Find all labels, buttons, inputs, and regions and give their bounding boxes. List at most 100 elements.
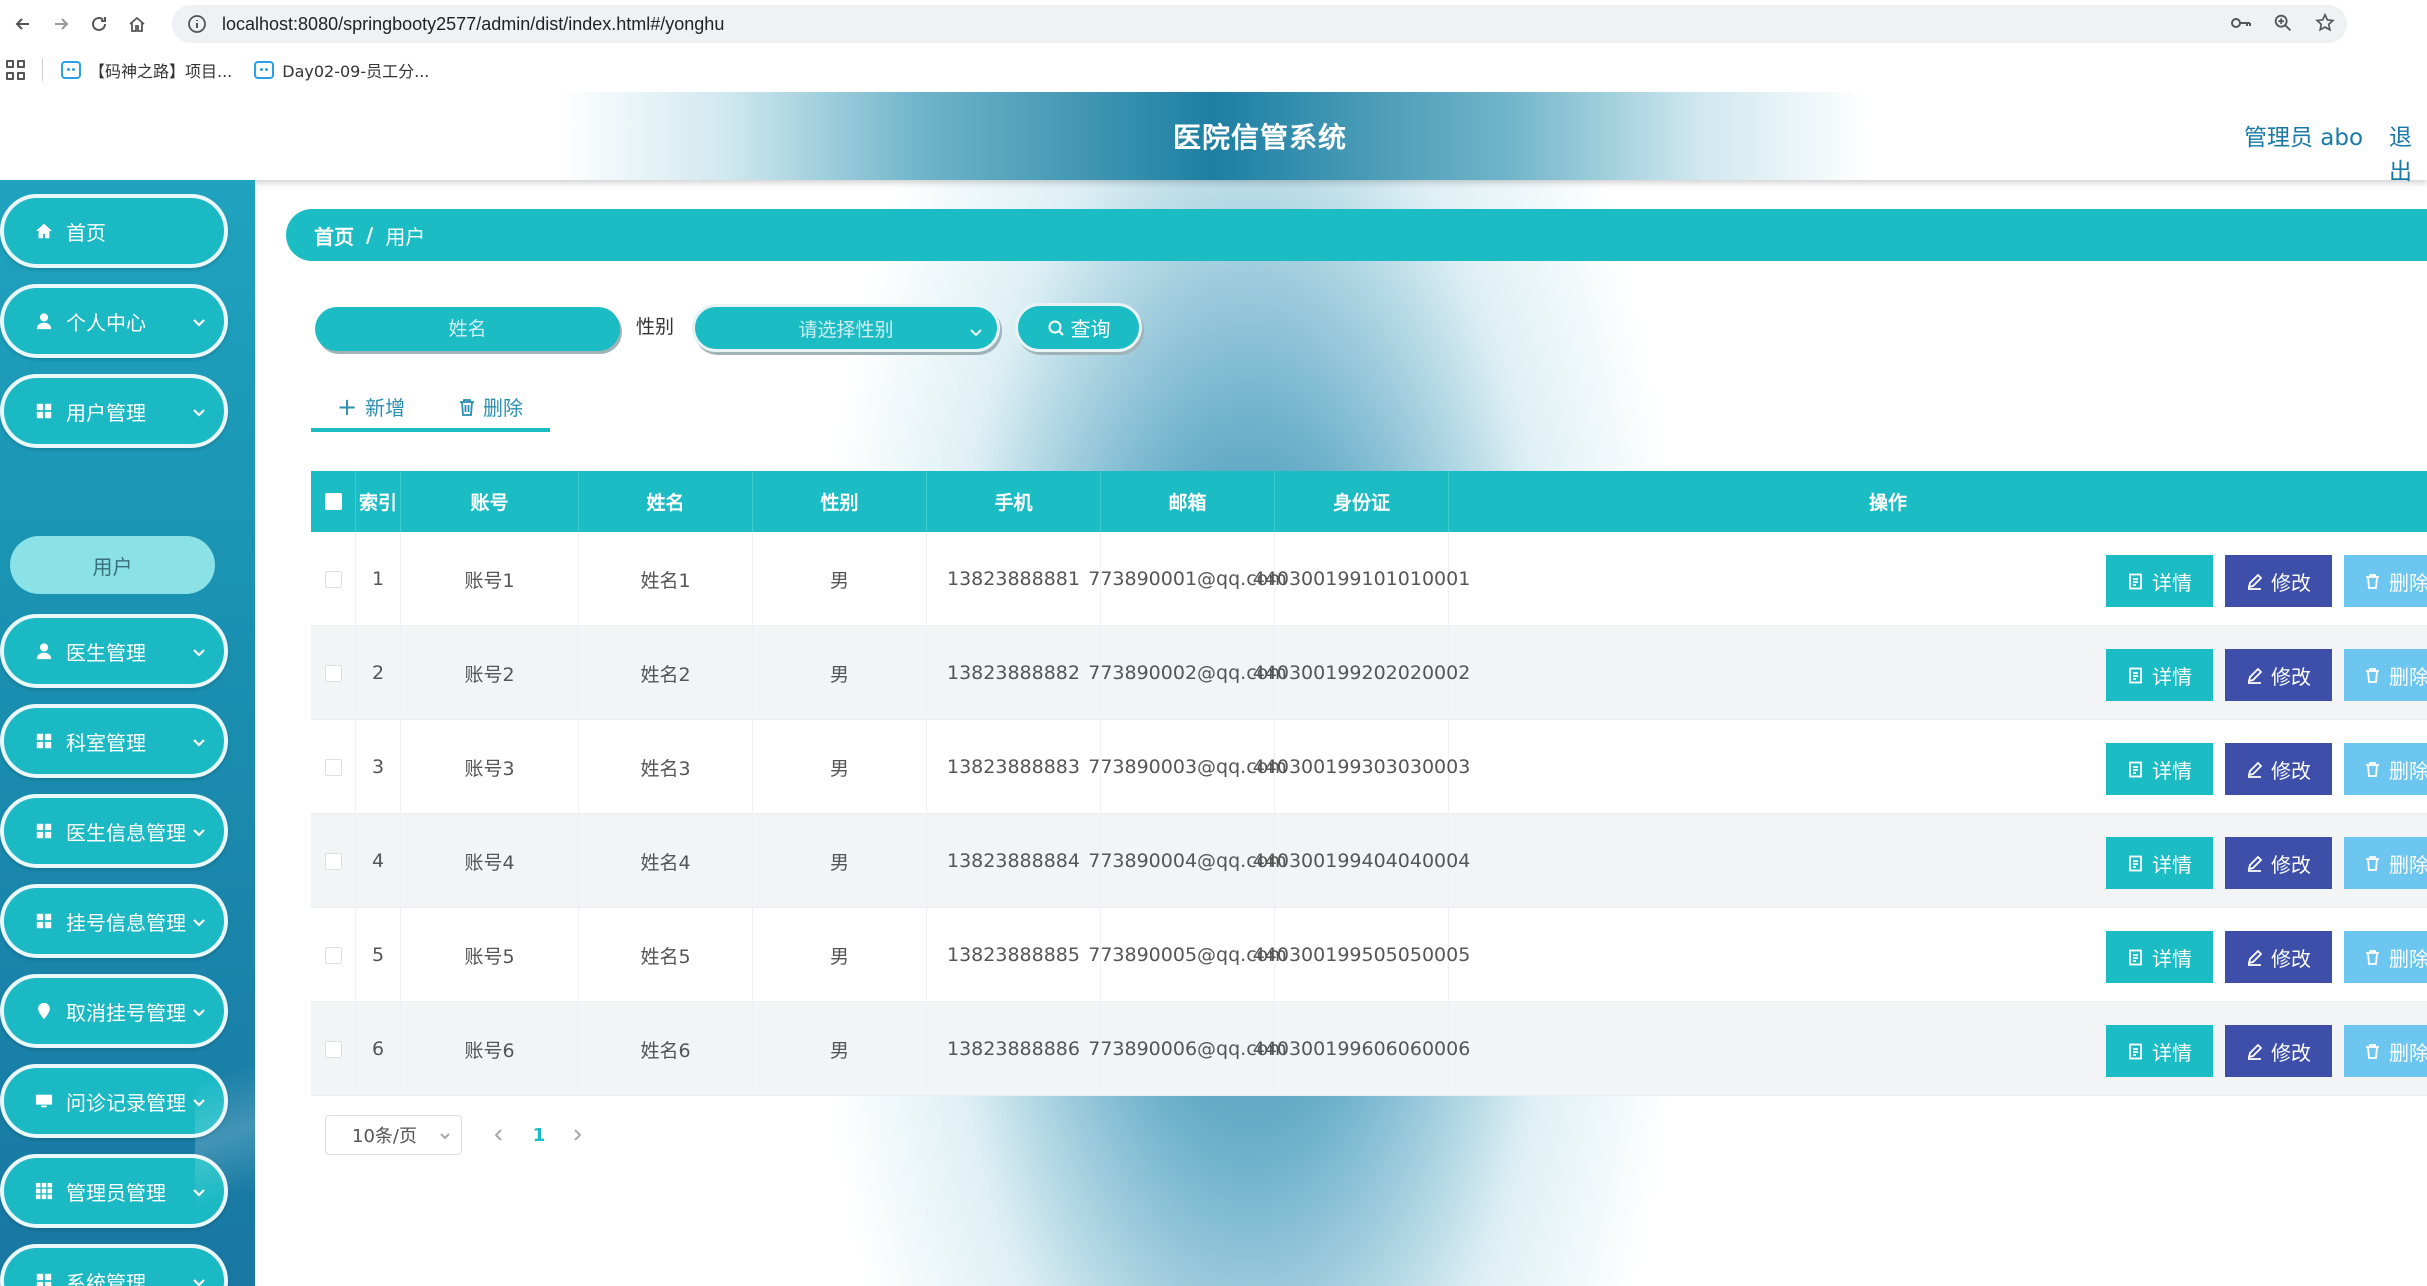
delete-button[interactable]: 删除 <box>2344 931 2427 983</box>
cell-email: 773890004@qq.com <box>1088 814 1287 908</box>
batch-delete-button[interactable]: 删除 <box>459 392 523 421</box>
row-checkbox[interactable] <box>324 758 342 776</box>
row-checkbox[interactable] <box>324 1040 342 1058</box>
reload-icon[interactable] <box>84 9 114 39</box>
delete-button[interactable]: 删除 <box>2344 649 2427 701</box>
edit-icon <box>2247 1043 2263 1060</box>
page-size-select[interactable]: 10条/页 <box>325 1115 462 1155</box>
detail-button[interactable]: 详情 <box>2106 743 2213 795</box>
header-select-all[interactable] <box>311 471 356 532</box>
detail-button[interactable]: 详情 <box>2106 931 2213 983</box>
sidebar-item-personal-center[interactable]: 个人中心 <box>0 284 228 358</box>
cell-account: 账号3 <box>401 720 579 814</box>
detail-button[interactable]: 详情 <box>2106 555 2213 607</box>
document-icon <box>2129 949 2142 965</box>
bookmark-item[interactable]: Day02-09-员工分... <box>254 58 429 82</box>
edit-button[interactable]: 修改 <box>2225 1025 2332 1077</box>
table-row: 5 账号5 姓名5 男 13823888885 773890005@qq.com 44030… <box>311 908 2427 1002</box>
edit-button[interactable]: 修改 <box>2225 837 2332 889</box>
row-select-cell[interactable] <box>311 1002 356 1096</box>
row-checkbox[interactable] <box>324 946 342 964</box>
star-icon[interactable] <box>2313 11 2337 35</box>
detail-button[interactable]: 详情 <box>2106 1025 2213 1077</box>
cell-name: 姓名2 <box>579 626 753 720</box>
grid-icon <box>34 1271 54 1286</box>
address-bar[interactable]: localhost:8080/springbooty2577/admin/dis… <box>172 5 2347 43</box>
page-number-current[interactable]: 1 <box>528 1115 550 1155</box>
home-browser-icon[interactable] <box>122 9 152 39</box>
trash-icon <box>460 398 474 416</box>
apps-grid-icon[interactable] <box>6 60 26 80</box>
sidebar-item-system-management[interactable]: 系统管理 <box>0 1244 228 1286</box>
sidebar-item-registration-management[interactable]: 挂号信息管理 <box>0 884 228 958</box>
cell-index: 5 <box>356 908 401 1002</box>
row-select-cell[interactable] <box>311 908 356 1002</box>
sidebar-item-consultation-records[interactable]: 问诊记录管理 <box>0 1064 228 1138</box>
zoom-icon[interactable] <box>2271 11 2295 35</box>
add-button[interactable]: + 新增 <box>337 392 405 421</box>
document-icon <box>2129 573 2142 589</box>
cell-id-card: 440300199404040004 <box>1253 814 1470 908</box>
cell-name: 姓名6 <box>579 1002 753 1096</box>
column-header: 索引 <box>356 471 401 532</box>
row-select-cell[interactable] <box>311 814 356 908</box>
edit-button[interactable]: 修改 <box>2225 743 2332 795</box>
chevron-down-icon <box>192 1004 206 1018</box>
cell-name: 姓名3 <box>579 720 753 814</box>
cell-account: 账号2 <box>401 626 579 720</box>
search-icon <box>1048 320 1064 336</box>
trash-icon <box>2366 761 2379 777</box>
gender-select-placeholder: 请选择性别 <box>798 318 894 341</box>
bookmark-item[interactable]: 【码神之路】项目... <box>61 58 232 82</box>
cell-gender: 男 <box>753 720 927 814</box>
plus-icon: + <box>337 392 358 421</box>
detail-button[interactable]: 详情 <box>2106 837 2213 889</box>
edit-button[interactable]: 修改 <box>2225 649 2332 701</box>
logout-link[interactable]: 退出 <box>2389 118 2427 186</box>
edit-icon <box>2247 949 2263 966</box>
chevron-down-icon <box>192 1274 206 1286</box>
breadcrumb: 首页 / 用户 <box>286 209 2427 261</box>
detail-button[interactable]: 详情 <box>2106 649 2213 701</box>
gender-select[interactable]: 请选择性别 <box>692 304 1000 352</box>
delete-button[interactable]: 删除 <box>2344 837 2427 889</box>
key-icon[interactable] <box>2229 11 2253 35</box>
prev-page-button[interactable] <box>488 1115 510 1155</box>
forward-icon[interactable] <box>46 9 76 39</box>
sidebar-item-department-management[interactable]: 科室管理 <box>0 704 228 778</box>
edit-button[interactable]: 修改 <box>2225 931 2332 983</box>
back-icon[interactable] <box>8 9 38 39</box>
sidebar-item-doctor-info-management[interactable]: 医生信息管理 <box>0 794 228 868</box>
edit-icon <box>2247 667 2263 684</box>
cell-phone: 13823888883 <box>927 720 1101 814</box>
trash-icon <box>2366 573 2379 589</box>
cell-name: 姓名4 <box>579 814 753 908</box>
select-all-checkbox[interactable] <box>324 493 342 510</box>
breadcrumb-home[interactable]: 首页 <box>314 221 354 250</box>
sidebar-item-home[interactable]: 首页 <box>0 194 228 268</box>
row-select-cell[interactable] <box>311 626 356 720</box>
monitor-icon <box>34 1091 54 1111</box>
delete-button[interactable]: 删除 <box>2344 743 2427 795</box>
cell-email: 773890003@qq.com <box>1088 720 1287 814</box>
name-search-input[interactable] <box>315 307 620 351</box>
row-checkbox[interactable] <box>324 570 342 588</box>
edit-button[interactable]: 修改 <box>2225 555 2332 607</box>
sidebar-item-admin-management[interactable]: 管理员管理 <box>0 1154 228 1228</box>
sidebar-subitem-user[interactable]: 用户 <box>10 536 215 594</box>
edit-icon <box>2247 573 2263 590</box>
delete-button[interactable]: 删除 <box>2344 555 2427 607</box>
sidebar-item-cancel-registration[interactable]: 取消挂号管理 <box>0 974 228 1048</box>
row-checkbox[interactable] <box>324 852 342 870</box>
url-text[interactable]: localhost:8080/springbooty2577/admin/dis… <box>222 14 724 35</box>
query-button[interactable]: 查询 <box>1015 303 1142 352</box>
sidebar-item-user-management[interactable]: 用户管理 <box>0 374 228 448</box>
row-select-cell[interactable] <box>311 720 356 814</box>
row-checkbox[interactable] <box>324 664 342 682</box>
app-root: 医院信管系统 管理员 abo 退出 首页 个人中心 用户管理 用户 医生管理 科… <box>0 92 2427 1286</box>
next-page-button[interactable] <box>566 1115 588 1155</box>
row-select-cell[interactable] <box>311 532 356 626</box>
delete-button[interactable]: 删除 <box>2344 1025 2427 1077</box>
breadcrumb-separator: / <box>366 223 374 247</box>
sidebar-item-doctor-management[interactable]: 医生管理 <box>0 614 228 688</box>
